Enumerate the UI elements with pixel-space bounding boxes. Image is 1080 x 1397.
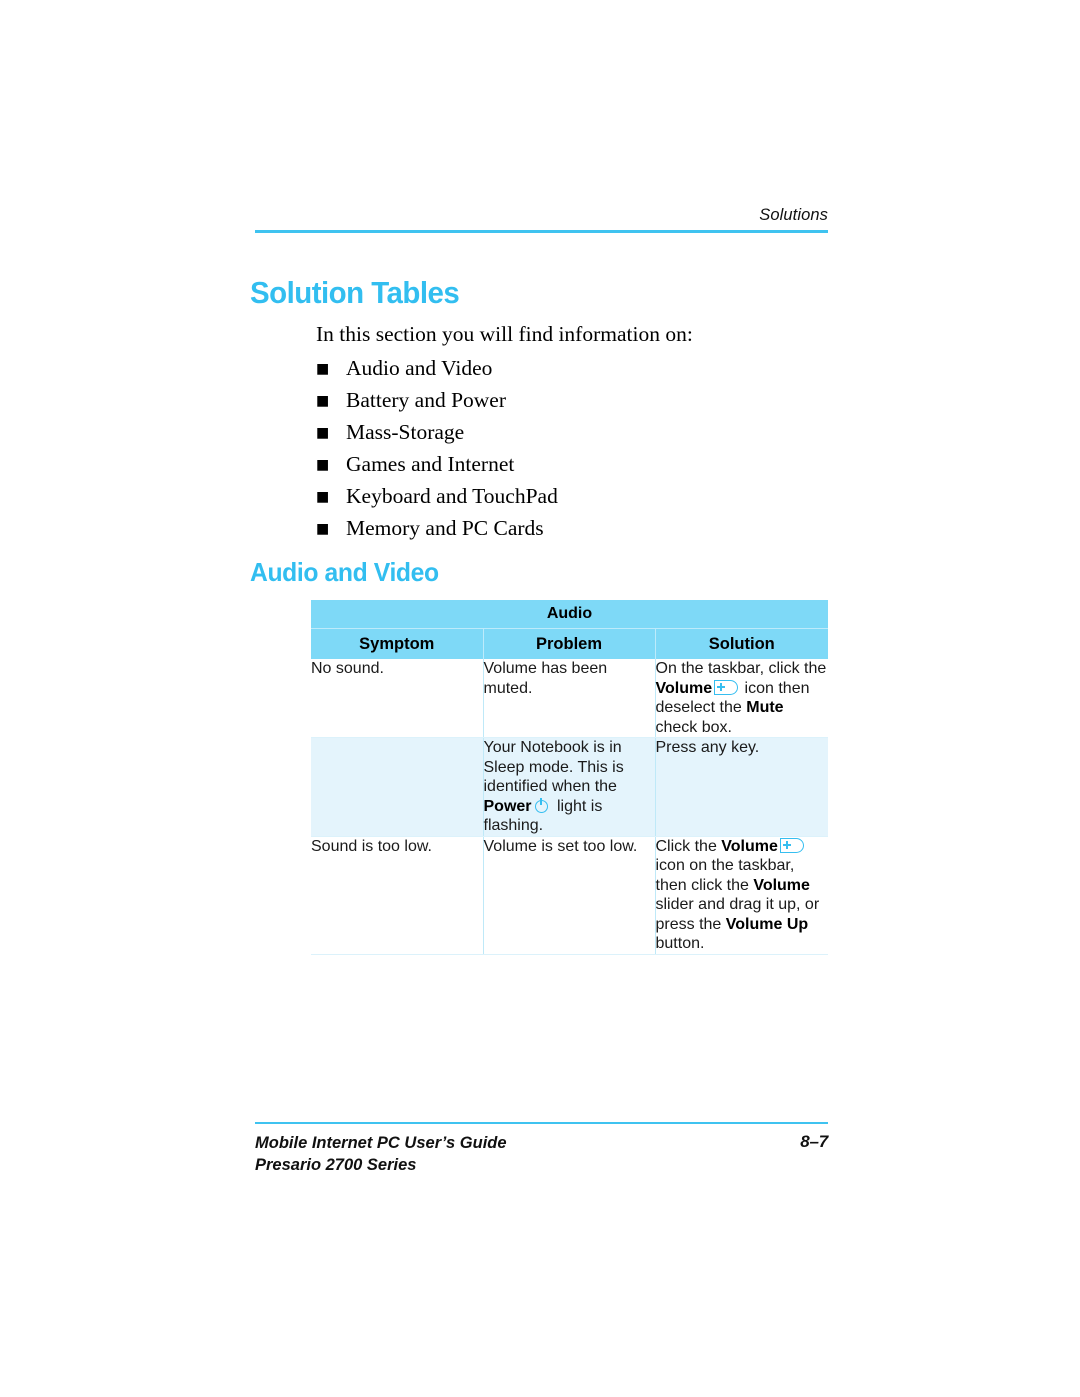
power-icon <box>534 797 550 814</box>
emphasis-text: Volume <box>753 876 810 894</box>
emphasis-text: Mute <box>746 699 784 716</box>
audio-solution-table: Audio Symptom Problem Solution No sound.… <box>311 600 828 955</box>
list-item-label: Audio and Video <box>346 356 493 380</box>
list-item: ■ Battery and Power <box>316 388 836 420</box>
table-column-header-row: Symptom Problem Solution <box>311 628 828 659</box>
list-item: ■ Audio and Video <box>316 356 836 388</box>
cell-solution: Click the Volume icon on the taskbar, th… <box>655 836 828 955</box>
table-row: No sound. Volume has been muted. On the … <box>311 659 828 738</box>
square-bullet-icon: ■ <box>316 521 330 537</box>
list-item-label: Battery and Power <box>346 388 507 412</box>
list-item-label: Games and Internet <box>346 452 515 476</box>
cell-symptom: Sound is too low. <box>311 836 484 955</box>
page-number: 8–7 <box>800 1131 828 1151</box>
footer-line-1: Mobile Internet PC User’s Guide <box>255 1133 507 1152</box>
column-header-solution: Solution <box>655 628 828 659</box>
emphasis-text: Volume <box>721 837 778 855</box>
column-header-symptom: Symptom <box>311 628 484 659</box>
footer-line-2: Presario 2700 Series <box>255 1155 417 1174</box>
list-item-label: Mass-Storage <box>346 420 465 444</box>
table-row: Sound is too low. Volume is set too low.… <box>311 836 828 955</box>
cell-problem: Volume is set too low. <box>483 836 656 955</box>
header-rule <box>255 230 828 233</box>
volume-icon <box>779 837 804 855</box>
square-bullet-icon: ■ <box>316 361 330 377</box>
running-header: Solutions <box>255 206 828 233</box>
emphasis-text: Volume <box>655 679 713 697</box>
intro-paragraph: In this section you will find informatio… <box>316 322 693 346</box>
list-item: ■ Keyboard and TouchPad <box>316 484 836 516</box>
cell-solution: Press any key. <box>655 737 828 837</box>
table-group-header: Audio <box>311 600 828 629</box>
list-item-label: Memory and PC Cards <box>346 516 544 540</box>
running-header-title: Solutions <box>759 206 828 224</box>
table-group-header-row: Audio <box>311 600 828 629</box>
cell-problem: Your Notebook is in Sleep mode. This is … <box>483 737 656 837</box>
footer-document-title: Mobile Internet PC User’s Guide Presario… <box>255 1132 507 1176</box>
footer-rule <box>255 1122 828 1124</box>
table-row: Your Notebook is in Sleep mode. This is … <box>311 737 828 837</box>
cell-symptom: No sound. <box>311 659 484 738</box>
cell-solution: On the taskbar, click the Volume icon th… <box>655 659 828 738</box>
list-item: ■ Games and Internet <box>316 452 836 484</box>
square-bullet-icon: ■ <box>316 393 330 409</box>
emphasis-text: Power <box>483 797 532 815</box>
column-header-problem: Problem <box>483 628 656 659</box>
square-bullet-icon: ■ <box>316 489 330 505</box>
cell-symptom <box>311 737 484 837</box>
page-title: Solution Tables <box>250 275 460 310</box>
emphasis-text: Volume Up <box>725 915 809 933</box>
cell-problem: Volume has been muted. <box>483 659 656 738</box>
volume-icon <box>714 679 739 697</box>
page-footer: Mobile Internet PC User’s Guide Presario… <box>255 1122 828 1176</box>
square-bullet-icon: ■ <box>316 425 330 441</box>
list-item: ■ Mass-Storage <box>316 420 836 452</box>
square-bullet-icon: ■ <box>316 457 330 473</box>
list-item-label: Keyboard and TouchPad <box>346 484 558 508</box>
topic-list: ■ Audio and Video ■ Battery and Power ■ … <box>316 356 836 548</box>
section-heading: Audio and Video <box>250 557 439 587</box>
list-item: ■ Memory and PC Cards <box>316 516 836 548</box>
document-page: Solutions Solution Tables In this sectio… <box>0 0 1080 1397</box>
